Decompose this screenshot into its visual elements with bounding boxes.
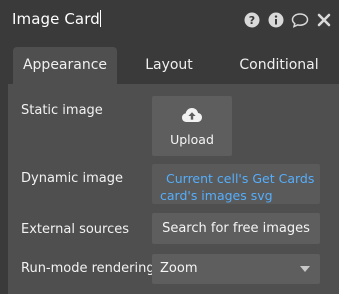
external-sources-label: External sources	[21, 222, 130, 237]
tab-bar: Appearance Layout Conditional	[0, 47, 339, 84]
dynamic-image-value-line2: card's images svg	[160, 188, 273, 203]
svg-text:?: ?	[249, 14, 255, 27]
run-mode-rendering-label: Run-mode rendering	[21, 261, 155, 276]
info-circle-icon[interactable]	[267, 11, 285, 29]
tab-appearance[interactable]: Appearance	[13, 47, 117, 84]
dynamic-image-value: Current cell's Get Cards card's images s…	[160, 170, 316, 204]
property-editor-panel: Image Card ? Appearance Layout Condition…	[0, 0, 339, 294]
dynamic-image-expression[interactable]: Current cell's Get Cards card's images s…	[152, 164, 320, 204]
search-free-images-button[interactable]: Search for free images	[152, 213, 320, 244]
tab-layout[interactable]: Layout	[131, 47, 207, 84]
cloud-upload-icon	[181, 106, 203, 124]
run-mode-rendering-value: Zoom	[160, 261, 198, 276]
static-image-label: Static image	[21, 103, 103, 118]
upload-button[interactable]: Upload	[152, 96, 232, 156]
help-circle-icon[interactable]: ?	[243, 11, 261, 29]
comment-icon[interactable]	[291, 11, 309, 29]
dynamic-image-value-line1: Current cell's Get Cards	[166, 171, 315, 186]
run-mode-rendering-select[interactable]: Zoom	[152, 254, 320, 284]
text-cursor	[99, 10, 101, 27]
tab-conditional[interactable]: Conditional	[221, 47, 337, 84]
element-name-text: Image Card	[12, 10, 100, 28]
close-icon[interactable]	[315, 11, 333, 29]
panel-header: Image Card ?	[0, 0, 339, 44]
chevron-down-icon	[300, 266, 310, 272]
header-icons: ?	[237, 11, 333, 29]
element-name-input[interactable]: Image Card	[12, 10, 101, 28]
upload-button-label: Upload	[170, 132, 214, 147]
dynamic-image-label: Dynamic image	[21, 171, 123, 186]
